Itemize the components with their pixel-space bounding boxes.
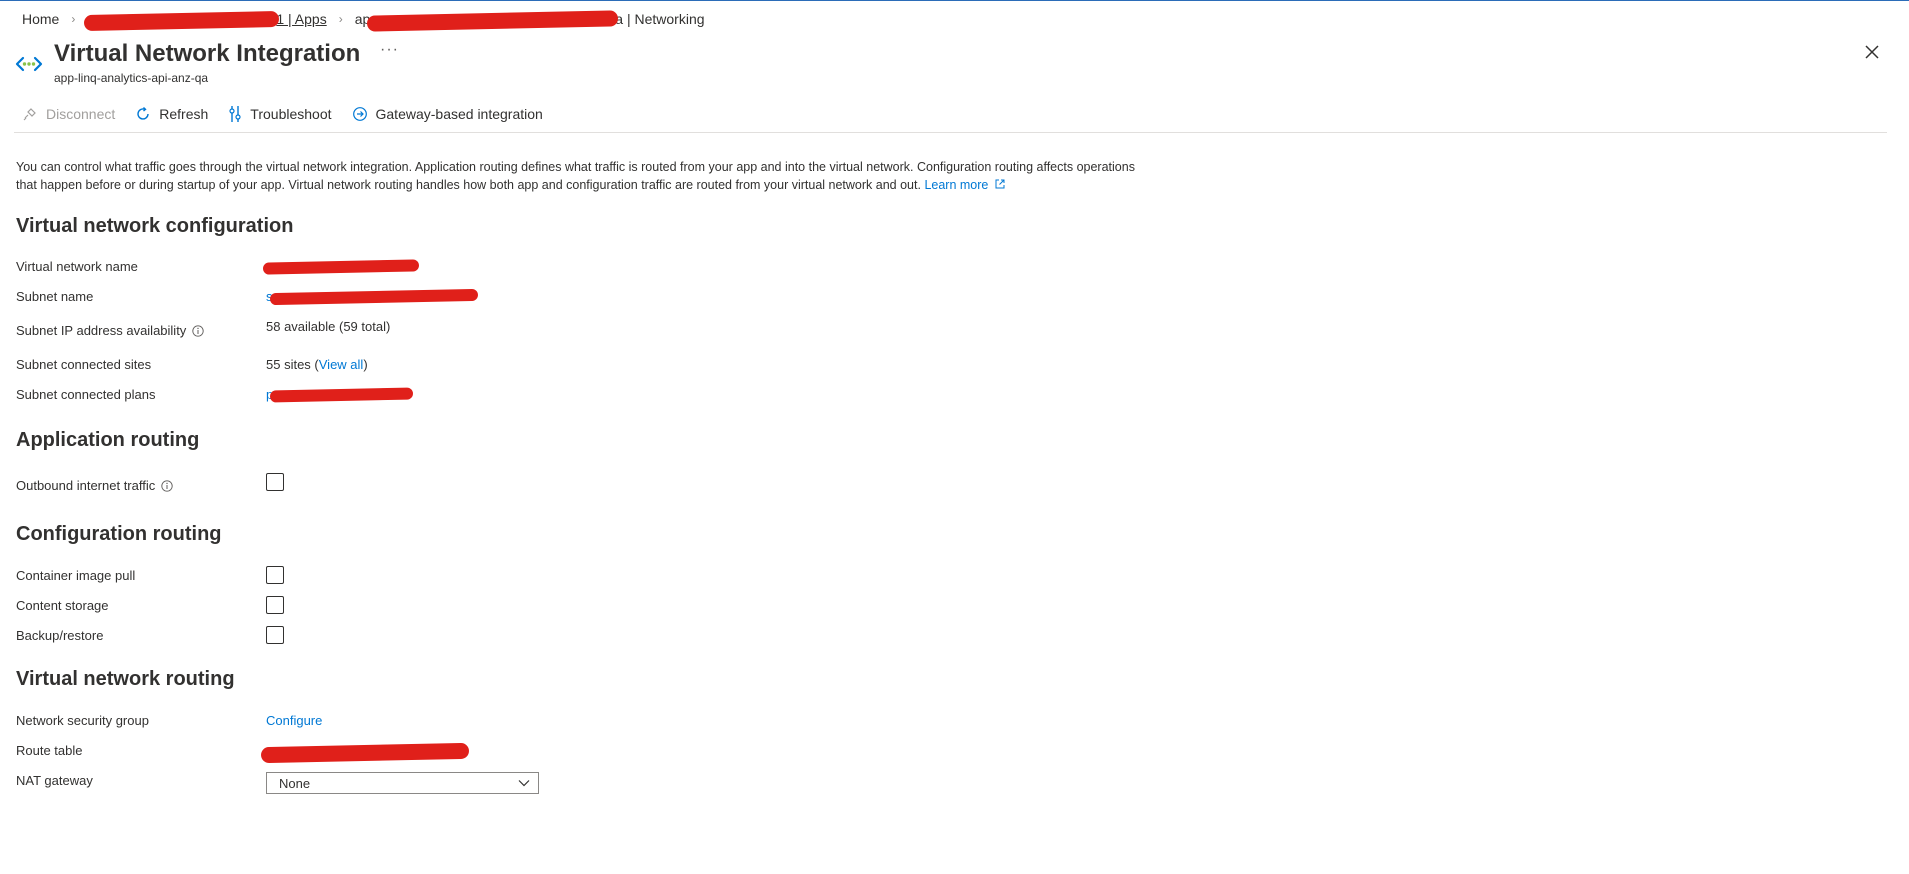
disconnect-label: Disconnect [46, 106, 116, 122]
connected-sites-label: Subnet connected sites [16, 357, 152, 372]
view-all-link[interactable]: View all [319, 357, 364, 372]
description-line-1: You can control what traffic goes throug… [16, 160, 1135, 174]
vnet-name-value[interactable]: xxxxxxxxxxxxxxxxxxxxxxx [266, 259, 416, 274]
troubleshoot-icon [229, 106, 241, 122]
connected-plans-value[interactable]: pxxxxxxxxxxxxxxxxxxxxx [266, 387, 410, 402]
backup-restore-checkbox[interactable] [266, 626, 284, 644]
learn-more-link[interactable]: Learn more [924, 178, 1005, 192]
redaction-mark: xxxxxxxxxxxxxxxxxxxxxxxxxxxxxxx [273, 289, 475, 304]
description: You can control what traffic goes throug… [16, 158, 1216, 194]
nat-gateway-select[interactable]: None [266, 772, 539, 794]
chevron-right-icon: › [338, 12, 343, 26]
breadcrumb-networking-label: a | Networking [615, 11, 705, 27]
nsg-label: Network security group [16, 713, 149, 728]
content-storage-label: Content storage [16, 598, 109, 613]
redaction-mark: xxxxxxxxxxxxxxxxxxxxxxxxxxx [87, 11, 276, 27]
app-routing-heading: Application routing [16, 429, 200, 451]
command-bar: Disconnect Refresh Troubleshoot Gateway-… [22, 105, 563, 123]
chevron-right-icon: › [71, 12, 76, 26]
breadcrumb-networking[interactable]: apxxxxxxxxxxxxxxxxxxxxxxxxxxxxxxxxxxxa |… [355, 11, 705, 27]
page-title: Virtual Network Integration [54, 40, 361, 67]
disconnect-icon [23, 108, 36, 121]
gateway-integration-button[interactable]: Gateway-based integration [352, 106, 543, 122]
more-options-button[interactable]: ··· [380, 41, 399, 59]
vnet-name-label: Virtual network name [16, 259, 138, 274]
chevron-down-icon [518, 780, 530, 787]
breadcrumb-apps-label: 1 | Apps [276, 11, 327, 27]
redaction-mark: xxxxxxxxxxxxxxxxxxxxxxxxxxxxxxx [264, 743, 466, 758]
route-table-label: Route table [16, 743, 83, 758]
nat-gateway-label: NAT gateway [16, 773, 93, 788]
refresh-label: Refresh [159, 106, 209, 122]
nat-gateway-value: None [279, 775, 311, 791]
disconnect-button[interactable]: Disconnect [22, 106, 115, 122]
close-icon[interactable] [1861, 41, 1883, 63]
outbound-traffic-label: Outbound internet traffic [16, 478, 173, 493]
refresh-button[interactable]: Refresh [135, 106, 208, 122]
gateway-integration-label: Gateway-based integration [375, 106, 543, 122]
vnet-routing-heading: Virtual network routing [16, 668, 235, 690]
content-storage-checkbox[interactable] [266, 596, 284, 614]
troubleshoot-button[interactable]: Troubleshoot [228, 105, 332, 123]
redaction-mark: xxxxxxxxxxxxxxxxxxxxx [273, 387, 410, 402]
toolbar-divider [14, 132, 1887, 133]
breadcrumb: Home › xxxxxxxxxxxxxxxxxxxxxxxxxxx1 | Ap… [22, 11, 705, 27]
redaction-mark: xxxxxxxxxxxxxxxxxxxxxxx [266, 259, 416, 274]
outbound-traffic-checkbox[interactable] [266, 473, 284, 491]
connected-plans-label: Subnet connected plans [16, 387, 156, 402]
redaction-mark: xxxxxxxxxxxxxxxxxxxxxxxxxxxxxxxxxxx [370, 11, 615, 27]
breadcrumb-home[interactable]: Home [22, 11, 59, 27]
backup-restore-label: Backup/restore [16, 628, 104, 643]
subnet-ip-value: 58 available (59 total) [266, 319, 391, 334]
subnet-name-label: Subnet name [16, 289, 94, 304]
refresh-icon [137, 106, 149, 120]
page-subtitle: app-linq-analytics-api-anz-qa [54, 71, 209, 85]
vnet-config-heading: Virtual network configuration [16, 215, 294, 237]
container-image-pull-label: Container image pull [16, 568, 136, 583]
info-icon[interactable] [161, 479, 173, 492]
page-header: Virtual Network Integration app-linq-ana… [14, 39, 360, 85]
virtual-network-icon [15, 56, 43, 72]
container-image-pull-checkbox[interactable] [266, 566, 284, 584]
info-icon[interactable] [192, 324, 204, 337]
external-link-icon [995, 179, 1005, 189]
nsg-configure-link[interactable]: Configure [266, 713, 322, 728]
description-line-2: that happen before or during startup of … [16, 178, 921, 192]
route-table-value[interactable]: xxxxxxxxxxxxxxxxxxxxxxxxxxxxxxx [264, 743, 466, 758]
connected-sites-value: 55 sites (View all) [266, 357, 368, 372]
config-routing-heading: Configuration routing [16, 523, 222, 545]
arrow-circle-icon [352, 107, 367, 121]
breadcrumb-apps[interactable]: xxxxxxxxxxxxxxxxxxxxxxxxxxx1 | Apps [87, 11, 326, 27]
subnet-ip-label: Subnet IP address availability [16, 323, 204, 338]
troubleshoot-label: Troubleshoot [250, 106, 332, 122]
subnet-name-value[interactable]: sxxxxxxxxxxxxxxxxxxxxxxxxxxxxxxx [266, 289, 474, 304]
